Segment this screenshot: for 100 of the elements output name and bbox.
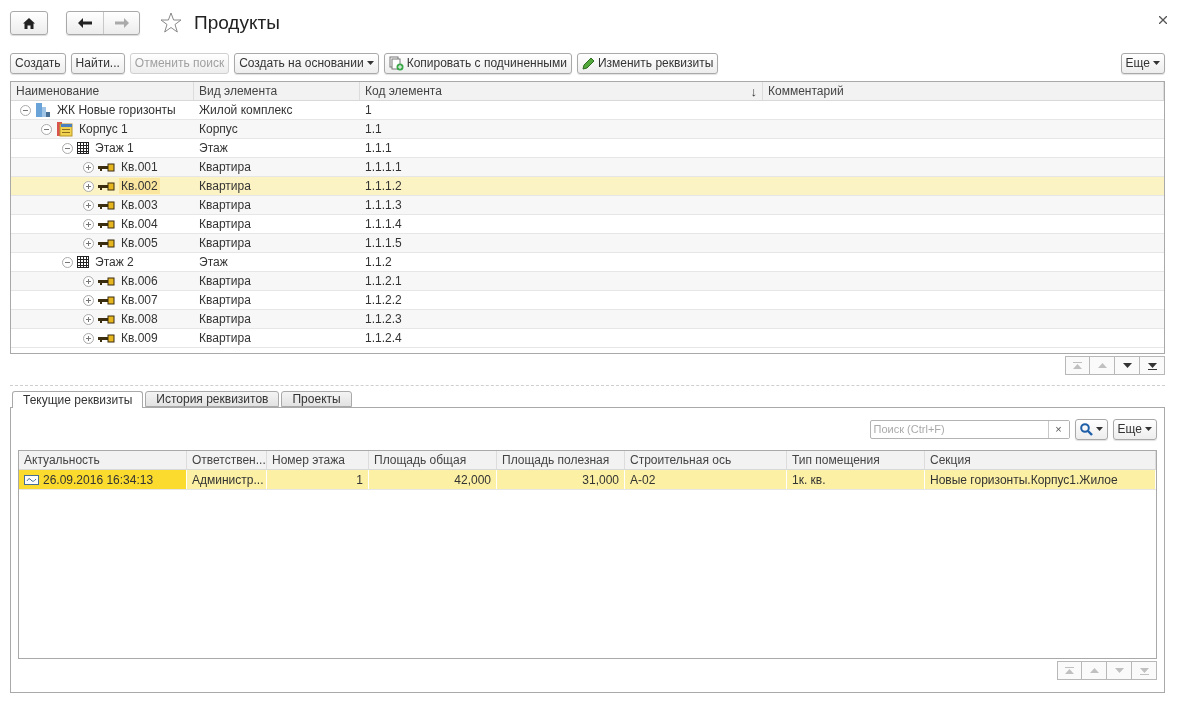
expand-toggle[interactable]	[83, 275, 94, 287]
table-cell-text: 1	[364, 102, 373, 119]
scroll-button[interactable]	[1115, 356, 1140, 375]
tree-item-name[interactable]: Этаж 2	[93, 254, 136, 270]
star-icon[interactable]	[160, 12, 182, 34]
tree-item-name[interactable]: Кв.005	[119, 235, 160, 251]
more-button[interactable]: Еще	[1120, 52, 1165, 74]
expand-toggle[interactable]	[83, 294, 94, 306]
toolbar-button[interactable]: Создать	[10, 52, 66, 74]
tree-row[interactable]: Корпус 1 Корпус 1.1	[11, 120, 1164, 139]
last-icon	[1147, 361, 1157, 370]
pencil-icon	[581, 56, 595, 70]
tab[interactable]: История реквизитов	[145, 391, 280, 407]
caret-icon	[1145, 427, 1152, 431]
tree-row[interactable]: ЖК Новые горизонты Жилой комплекс 1	[11, 101, 1164, 120]
tree-item-name[interactable]: Кв.003	[119, 197, 160, 213]
down-icon	[1114, 668, 1124, 673]
tree-row[interactable]: Кв.006 Квартира 1.1.2.1	[11, 272, 1164, 291]
tree-item-name[interactable]: Кв.008	[119, 311, 160, 327]
tree-row[interactable]: Кв.003 Квартира 1.1.1.3	[11, 196, 1164, 215]
expand-toggle[interactable]	[83, 313, 94, 325]
expand-toggle[interactable]	[83, 218, 94, 230]
key-icon	[98, 181, 115, 191]
collapse-toggle[interactable]	[41, 123, 52, 135]
column-header[interactable]: Код элемента ↓	[360, 82, 763, 100]
table-cell-text: 1.1.2.3	[364, 311, 403, 328]
column-header[interactable]: Строительная ось	[625, 451, 787, 469]
key-icon	[98, 238, 115, 248]
caret-icon	[366, 61, 374, 65]
tree-item-name[interactable]: Корпус 1	[77, 121, 130, 137]
table-cell-text: 1.1.2.2	[364, 292, 403, 309]
column-header[interactable]: Наименование	[11, 82, 194, 100]
table-cell-text: 1.1	[364, 121, 383, 138]
tree-row[interactable]: Этаж 2 Этаж 1.1.2	[11, 253, 1164, 272]
tab[interactable]: Текущие реквизиты	[12, 391, 144, 408]
scroll-button[interactable]	[1140, 356, 1165, 375]
table-cell: 31,000	[582, 472, 619, 487]
table-cell-text: Квартира	[198, 273, 252, 290]
tree-item-name[interactable]: Кв.002	[119, 178, 160, 194]
collapse-toggle[interactable]	[62, 142, 73, 154]
table-cell: 1к. кв.	[792, 472, 826, 487]
building-icon	[56, 121, 73, 137]
table-cell-text: 1.1.2.4	[364, 330, 403, 347]
caret-icon	[1153, 61, 1160, 65]
toolbar-button[interactable]: Найти...	[70, 52, 125, 74]
tree-item-name[interactable]: Кв.007	[119, 292, 160, 308]
table-cell: 1	[356, 472, 363, 487]
collapse-toggle[interactable]	[62, 256, 73, 268]
up-icon	[1097, 363, 1107, 368]
column-header[interactable]: Ответствен...	[187, 451, 267, 469]
more-button[interactable]: Еще	[1112, 418, 1157, 440]
toolbar-button[interactable]: Копировать с подчиненными	[383, 52, 572, 74]
collapse-toggle[interactable]	[20, 104, 31, 116]
home-button[interactable]	[10, 11, 48, 35]
table-row[interactable]: 26.09.2016 16:34:13 Администр... 1 42,000 31,000 А-02 1к. кв. Новые горизонты.Корпус1.Жилое	[19, 470, 1156, 490]
back-arrow-icon	[78, 18, 92, 28]
search-icon	[1079, 422, 1093, 436]
tree-item-name[interactable]: Кв.006	[119, 273, 160, 289]
toolbar-button[interactable]: Создать на основании	[234, 52, 379, 74]
key-icon	[98, 314, 115, 324]
expand-toggle[interactable]	[83, 237, 94, 249]
caret-icon	[1095, 427, 1103, 431]
tree-item-name[interactable]: Кв.009	[119, 330, 160, 346]
first-icon	[1073, 361, 1082, 370]
column-header[interactable]: Площадь полезная	[497, 451, 625, 469]
column-header[interactable]: Тип помещения	[787, 451, 925, 469]
sort-indicator: ↓	[750, 83, 757, 99]
column-header[interactable]: Секция	[925, 451, 1156, 469]
column-header[interactable]: Вид элемента	[194, 82, 360, 100]
tree-row[interactable]: Этаж 1 Этаж 1.1.1	[11, 139, 1164, 158]
forward-arrow-icon	[114, 18, 129, 28]
column-header[interactable]: Номер этажа	[267, 451, 369, 469]
up-icon	[1089, 668, 1099, 673]
column-header[interactable]: Площадь общая	[369, 451, 497, 469]
tree-row[interactable]: Кв.005 Квартира 1.1.1.5	[11, 234, 1164, 253]
expand-toggle[interactable]	[83, 332, 94, 344]
tree-row[interactable]: Кв.002 Квартира 1.1.1.2	[11, 177, 1164, 196]
expand-toggle[interactable]	[83, 180, 94, 192]
key-icon	[98, 162, 115, 172]
table-cell-text: Квартира	[198, 216, 252, 233]
table-cell-text: Квартира	[198, 292, 252, 309]
key-icon	[98, 295, 115, 305]
tree-item-name[interactable]: Кв.004	[119, 216, 160, 232]
tree-row[interactable]: Кв.008 Квартира 1.1.2.3	[11, 310, 1164, 329]
column-header[interactable]: Актуальность	[19, 451, 187, 469]
key-icon	[98, 333, 115, 343]
tab[interactable]: Проекты	[281, 391, 352, 407]
down-icon	[1122, 363, 1132, 368]
table-cell-text: Квартира	[198, 197, 252, 214]
tree-item-name[interactable]: Этаж 1	[93, 140, 136, 156]
table-cell-text: 1.1.1	[364, 140, 393, 157]
search-button[interactable]	[1074, 418, 1108, 440]
expand-toggle[interactable]	[83, 199, 94, 211]
tree-row[interactable]: Кв.001 Квартира 1.1.1.1	[11, 158, 1164, 177]
tree-item-name[interactable]: ЖК Новые горизонты	[55, 102, 178, 118]
tree-item-name[interactable]: Кв.001	[119, 159, 160, 175]
grid-icon	[77, 142, 89, 154]
expand-toggle[interactable]	[83, 161, 94, 173]
column-header[interactable]: Комментарий	[763, 82, 1164, 100]
toolbar-button[interactable]: Изменить реквизиты	[576, 52, 719, 74]
